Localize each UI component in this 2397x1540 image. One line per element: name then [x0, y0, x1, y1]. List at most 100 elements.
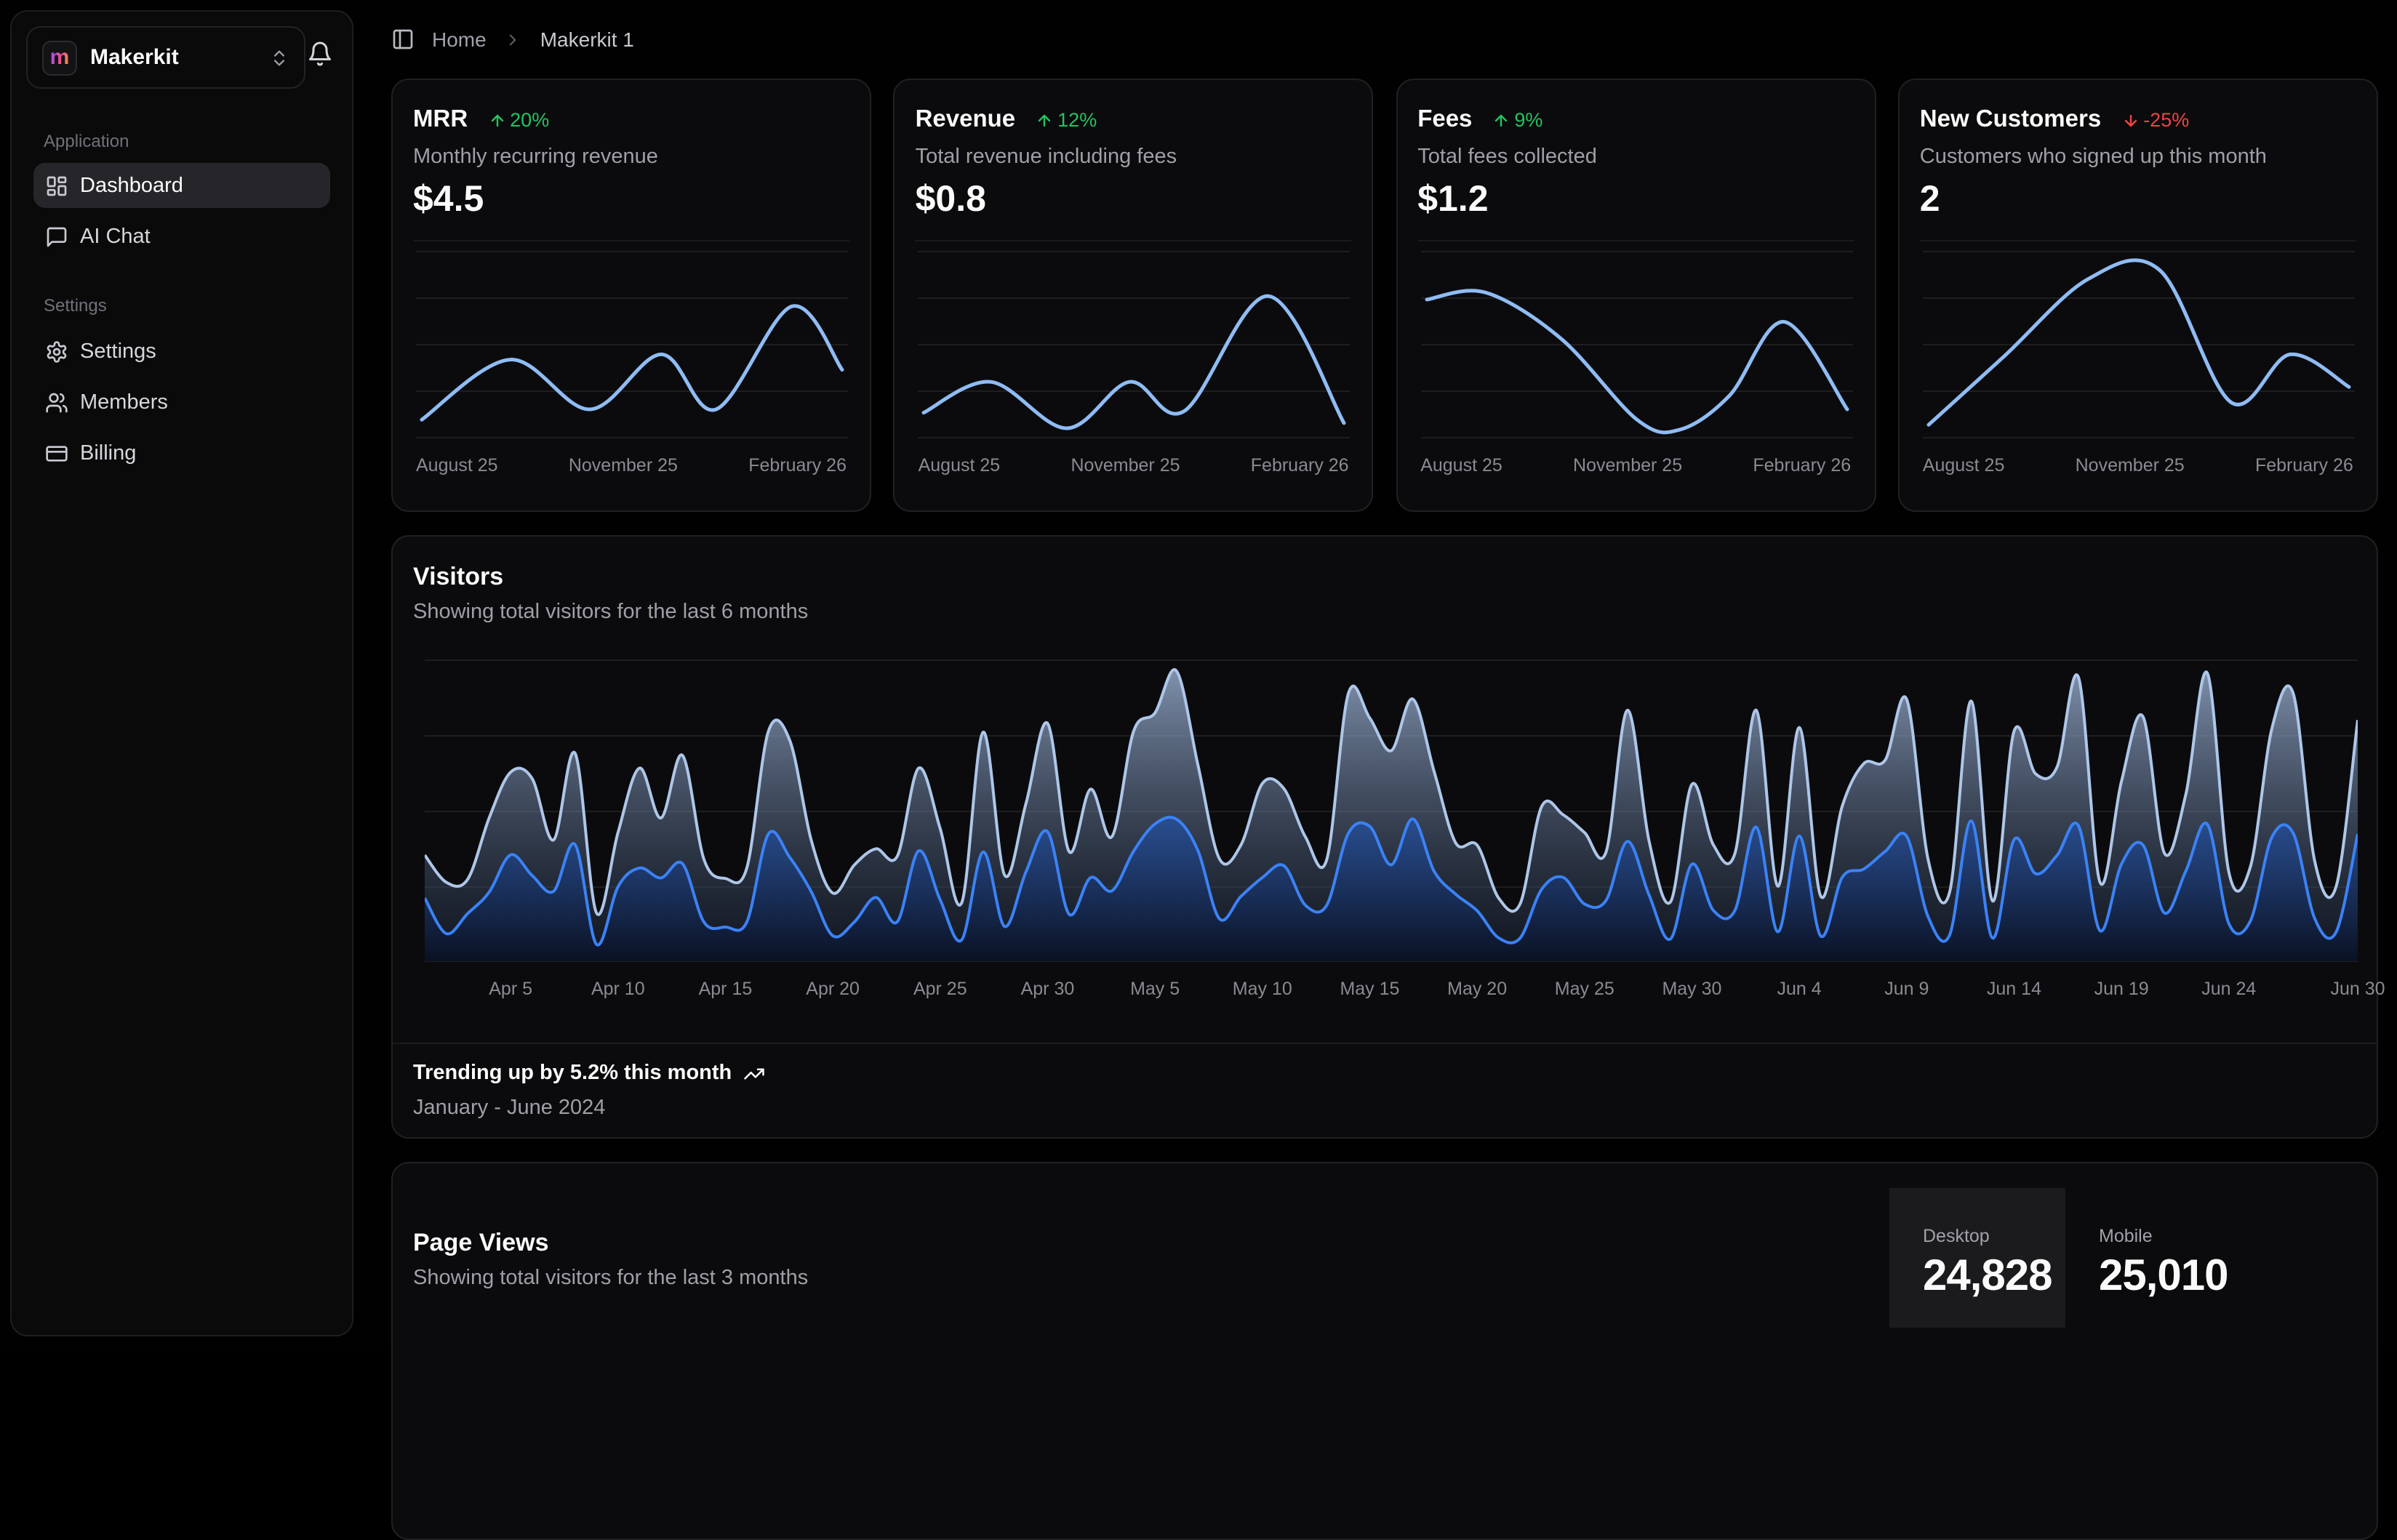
sidebar-item-dashboard[interactable]: Dashboard — [33, 163, 330, 208]
stat-card-mrr: MRR 20% Monthly recurring revenue $4.5 A… — [391, 79, 871, 512]
layout-dashboard-icon — [45, 174, 68, 197]
sidebar-item-label: Billing — [80, 441, 136, 465]
x-axis-label: May 15 — [1340, 979, 1399, 999]
sidebar-item-members[interactable]: Members — [33, 380, 330, 425]
x-axis-label: May 20 — [1447, 979, 1507, 999]
desktop-total: 24,828 — [1923, 1252, 2065, 1302]
tab-desktop[interactable]: Desktop 24,828 — [1889, 1188, 2065, 1328]
page-views-title: Page Views — [413, 1229, 549, 1258]
breadcrumb-current: Makerkit 1 — [540, 28, 634, 51]
visitors-date-range: January - June 2024 — [413, 1096, 605, 1120]
stat-card-description: Customers who signed up this month — [1920, 145, 2267, 169]
divider — [916, 240, 1352, 241]
x-axis-label: Jun 19 — [2094, 979, 2149, 999]
x-axis-label: August 25 — [1923, 455, 2005, 476]
stat-card-description: Total fees collected — [1417, 145, 1597, 169]
bell-icon[interactable] — [307, 41, 333, 67]
visitors-area-chart — [425, 659, 2358, 963]
sidebar-section-settings: Settings — [44, 295, 107, 316]
divider — [413, 240, 849, 241]
sidebar-section-application: Application — [44, 131, 129, 151]
stat-trend-badge: 9% — [1492, 109, 1542, 131]
x-axis-label: Jun 24 — [2201, 979, 2256, 999]
stat-trend-badge: -25% — [2121, 109, 2189, 131]
makerkit-logo: m — [42, 40, 77, 75]
sidebar-item-ai-chat[interactable]: AI Chat — [33, 214, 330, 259]
divider — [1417, 240, 1854, 241]
x-axis-label: Jun 14 — [1987, 979, 2041, 999]
credit-card-icon — [45, 441, 68, 465]
arrow-up-icon — [1492, 111, 1510, 129]
breadcrumb-home[interactable]: Home — [432, 28, 487, 51]
stat-card-title: Revenue — [916, 106, 1016, 134]
mobile-total: 25,010 — [2099, 1252, 2241, 1302]
x-axis-label: May 5 — [1130, 979, 1180, 999]
sparkline-x-axis: August 25 November 25 February 26 — [1420, 455, 1851, 476]
x-axis-label: Jun 30 — [2330, 979, 2385, 999]
x-axis-label: May 30 — [1662, 979, 1721, 999]
arrow-up-icon — [1036, 111, 1053, 129]
workspace-selector[interactable]: m Makerkit — [26, 26, 305, 89]
stat-card-description: Monthly recurring revenue — [413, 145, 658, 169]
x-axis-label: Apr 20 — [806, 979, 860, 999]
x-axis-label: August 25 — [919, 455, 1001, 476]
sidebar-item-label: Members — [80, 390, 168, 414]
sparkline-chart — [416, 250, 848, 439]
arrow-down-icon — [2121, 111, 2139, 129]
stat-card-value: $1.2 — [1417, 179, 1488, 221]
x-axis-label: August 25 — [416, 455, 498, 476]
divider — [1920, 240, 2356, 241]
x-axis-label: Jun 4 — [1777, 979, 1822, 999]
x-axis-label: Apr 25 — [913, 979, 967, 999]
x-axis-label: February 26 — [748, 455, 847, 476]
sidebar-item-billing[interactable]: Billing — [33, 430, 330, 476]
sidebar-item-label: Dashboard — [80, 174, 183, 197]
visitors-x-axis: Apr 5Apr 10Apr 15Apr 20Apr 25Apr 30May 5… — [425, 979, 2358, 1002]
stat-card-value: $0.8 — [916, 179, 986, 221]
stat-card-new-customers: New Customers -25% Customers who signed … — [1898, 79, 2378, 512]
x-axis-label: Apr 10 — [591, 979, 645, 999]
sidebar-item-label: AI Chat — [80, 225, 151, 248]
x-axis-label: November 25 — [569, 455, 678, 476]
sparkline-x-axis: August 25November 25February 26 — [919, 455, 1349, 476]
visitors-description: Showing total visitors for the last 6 mo… — [413, 601, 808, 624]
x-axis-label: February 26 — [1251, 455, 1349, 476]
stat-card-value: $4.5 — [413, 179, 484, 221]
arrow-up-icon — [488, 111, 505, 129]
stat-card-revenue: Revenue 12% Total revenue including fees… — [894, 79, 1374, 512]
divider — [393, 1043, 2377, 1044]
x-axis-label: February 26 — [2255, 455, 2353, 476]
stat-card-fees: Fees 9% Total fees collected $1.2 August… — [1396, 79, 1876, 512]
sidebar: m Makerkit Application Dashboard AI Chat… — [10, 10, 353, 1336]
tab-mobile[interactable]: Mobile 25,010 — [2065, 1188, 2241, 1328]
dashboard-page: m Makerkit Application Dashboard AI Chat… — [0, 0, 2397, 1347]
stat-card-title: New Customers — [1920, 106, 2101, 134]
panel-left-icon[interactable] — [391, 28, 415, 51]
x-axis-label: May 25 — [1555, 979, 1614, 999]
stat-trend-badge: 12% — [1036, 109, 1097, 131]
users-icon — [45, 390, 68, 414]
stat-card-title: Fees — [1417, 106, 1472, 134]
gear-icon — [45, 340, 68, 363]
x-axis-label: February 26 — [1753, 455, 1851, 476]
sparkline-chart — [1923, 250, 2355, 439]
x-axis-label: Apr 30 — [1021, 979, 1075, 999]
x-axis-label: August 25 — [1420, 455, 1502, 476]
x-axis-label: November 25 — [2076, 455, 2185, 476]
sparkline-chart — [919, 250, 1350, 439]
stat-trend-badge: 20% — [488, 109, 549, 131]
visitors-title: Visitors — [413, 563, 503, 592]
sidebar-item-settings[interactable]: Settings — [33, 329, 330, 374]
sidebar-item-label: Settings — [80, 340, 156, 363]
breadcrumb: Home Makerkit 1 — [391, 23, 634, 55]
message-square-icon — [45, 225, 68, 248]
page-views-card: Page Views Showing total visitors for th… — [391, 1162, 2378, 1540]
x-axis-label: Apr 15 — [699, 979, 753, 999]
x-axis-label: November 25 — [1573, 455, 1682, 476]
stat-card-title: MRR — [413, 106, 468, 134]
stat-card-description: Total revenue including fees — [916, 145, 1177, 169]
visitors-trend-text: Trending up by 5.2% this month — [413, 1062, 732, 1085]
sparkline-x-axis: August 25 November 25 February 26 — [416, 455, 847, 476]
x-axis-label: Jun 9 — [1884, 979, 1929, 999]
trending-up-icon — [743, 1062, 765, 1084]
